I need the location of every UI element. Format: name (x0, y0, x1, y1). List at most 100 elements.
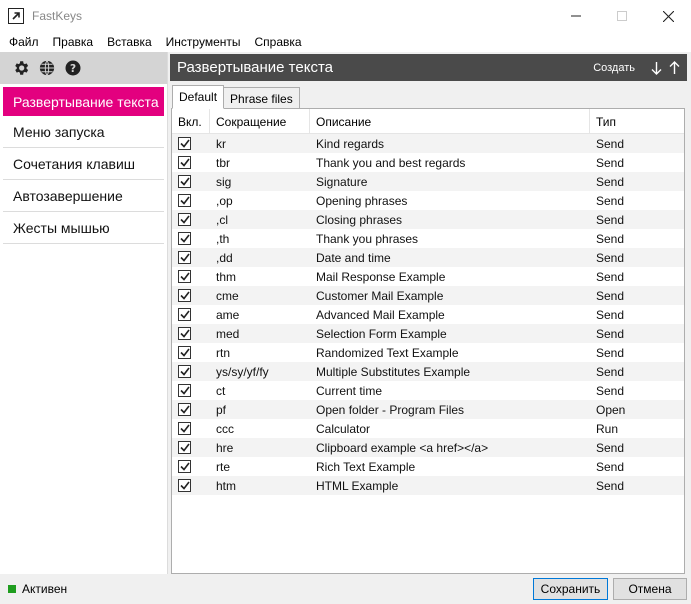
enabled-checkbox[interactable] (178, 232, 191, 245)
enabled-checkbox[interactable] (178, 213, 191, 226)
arrow-down-icon[interactable] (649, 59, 663, 77)
enabled-checkbox[interactable] (178, 270, 191, 283)
help-icon[interactable]: ? (62, 57, 84, 79)
tab-default[interactable]: Default (172, 85, 225, 109)
column-header-type[interactable]: Тип (590, 109, 684, 134)
cell-abbreviation: med (216, 326, 240, 341)
cell-description: Current time (316, 383, 383, 398)
table-row[interactable]: ,op Opening phrases Send (172, 191, 684, 210)
enabled-checkbox[interactable] (178, 441, 191, 454)
sidebar-item-autocomplete[interactable]: Автозавершение (3, 180, 164, 212)
create-button[interactable]: Создать (593, 62, 635, 74)
sidebar-item-text-expansion[interactable]: Развертывание текста (3, 87, 164, 116)
cell-abbreviation: tbr (216, 155, 231, 170)
cell-type: Send (596, 174, 625, 189)
checkmark-icon (179, 291, 190, 300)
arrow-up-icon[interactable] (667, 59, 681, 77)
enabled-checkbox[interactable] (178, 479, 191, 492)
checkmark-icon (179, 462, 190, 471)
enabled-checkbox[interactable] (178, 460, 191, 473)
table-row[interactable]: ,cl Closing phrases Send (172, 210, 684, 229)
cell-type: Send (596, 440, 625, 455)
enabled-checkbox[interactable] (178, 194, 191, 207)
cell-description: Advanced Mail Example (316, 307, 445, 322)
table-row[interactable]: ,th Thank you phrases Send (172, 229, 684, 248)
checkmark-icon (179, 158, 190, 167)
main-header: Развертывание текста Создать (170, 54, 687, 81)
table-row[interactable]: rtn Randomized Text Example Send (172, 343, 684, 362)
menu-edit[interactable]: Правка (46, 32, 101, 52)
column-header-description[interactable]: Описание (310, 109, 590, 134)
enabled-checkbox[interactable] (178, 384, 191, 397)
cell-description: Closing phrases (316, 212, 403, 227)
table-row[interactable]: sig Signature Send (172, 172, 684, 191)
enabled-checkbox[interactable] (178, 365, 191, 378)
globe-icon[interactable] (36, 57, 58, 79)
menu-insert[interactable]: Вставка (100, 32, 159, 52)
enabled-checkbox[interactable] (178, 289, 191, 302)
cell-type: Send (596, 193, 625, 208)
minimize-icon[interactable] (553, 0, 599, 32)
table-row[interactable]: htm HTML Example Send (172, 476, 684, 495)
cell-type: Send (596, 155, 625, 170)
status-indicator-icon (8, 585, 16, 593)
cell-description: Clipboard example <a href></a> (316, 440, 489, 455)
cell-description: Randomized Text Example (316, 345, 459, 360)
cell-enabled (172, 400, 210, 419)
table-row[interactable]: cme Customer Mail Example Send (172, 286, 684, 305)
maximize-icon[interactable] (599, 0, 645, 32)
enabled-checkbox[interactable] (178, 175, 191, 188)
cell-type: Send (596, 478, 625, 493)
table-row[interactable]: ccc Calculator Run (172, 419, 684, 438)
table-row[interactable]: rte Rich Text Example Send (172, 457, 684, 476)
close-icon[interactable] (645, 0, 691, 32)
cell-enabled (172, 248, 210, 267)
main-panel: Развертывание текста Создать Default Phr… (170, 54, 687, 574)
cell-type: Send (596, 307, 625, 322)
enabled-checkbox[interactable] (178, 327, 191, 340)
enabled-checkbox[interactable] (178, 422, 191, 435)
checkmark-icon (179, 405, 190, 414)
cell-enabled (172, 457, 210, 476)
sidebar-item-mouse-gestures[interactable]: Жесты мышью (3, 212, 164, 244)
table-row[interactable]: thm Mail Response Example Send (172, 267, 684, 286)
enabled-checkbox[interactable] (178, 403, 191, 416)
tab-phrase-files[interactable]: Phrase files (223, 87, 300, 109)
cell-abbreviation: cme (216, 288, 239, 303)
column-header-enabled[interactable]: Вкл. (172, 109, 210, 134)
cell-description: Open folder - Program Files (316, 402, 465, 417)
sidebar-item-start-menu[interactable]: Меню запуска (3, 116, 164, 148)
table-row[interactable]: hre Clipboard example <a href></a> Send (172, 438, 684, 457)
menu-help[interactable]: Справка (248, 32, 309, 52)
menu-tools[interactable]: Инструменты (159, 32, 248, 52)
column-header-abbreviation[interactable]: Сокращение (210, 109, 310, 134)
cell-enabled (172, 305, 210, 324)
enabled-checkbox[interactable] (178, 137, 191, 150)
cell-abbreviation: ys/sy/yf/fy (216, 364, 269, 379)
table-row[interactable]: pf Open folder - Program Files Open (172, 400, 684, 419)
cell-description: Thank you and best regards (316, 155, 466, 170)
cell-abbreviation: pf (216, 402, 227, 417)
table-row[interactable]: med Selection Form Example Send (172, 324, 684, 343)
cell-type: Run (596, 421, 619, 436)
gear-icon[interactable] (10, 57, 32, 79)
table-row[interactable]: ,dd Date and time Send (172, 248, 684, 267)
enabled-checkbox[interactable] (178, 156, 191, 169)
menu-file[interactable]: Файл (2, 32, 46, 52)
table-row[interactable]: ame Advanced Mail Example Send (172, 305, 684, 324)
table-row[interactable]: kr Kind regards Send (172, 134, 684, 153)
page-title: Развертывание текста (177, 59, 333, 76)
enabled-checkbox[interactable] (178, 346, 191, 359)
cell-enabled (172, 191, 210, 210)
cancel-button[interactable]: Отмена (613, 578, 687, 600)
table-row[interactable]: tbr Thank you and best regards Send (172, 153, 684, 172)
sidebar-item-shortcuts[interactable]: Сочетания клавиш (3, 148, 164, 180)
table-row[interactable]: ct Current time Send (172, 381, 684, 400)
enabled-checkbox[interactable] (178, 308, 191, 321)
table-row[interactable]: ys/sy/yf/fy Multiple Substitutes Example S… (172, 362, 684, 381)
cell-enabled (172, 153, 210, 172)
cell-abbreviation: rte (216, 459, 231, 474)
enabled-checkbox[interactable] (178, 251, 191, 264)
checkmark-icon (179, 177, 190, 186)
save-button[interactable]: Сохранить (533, 578, 608, 600)
